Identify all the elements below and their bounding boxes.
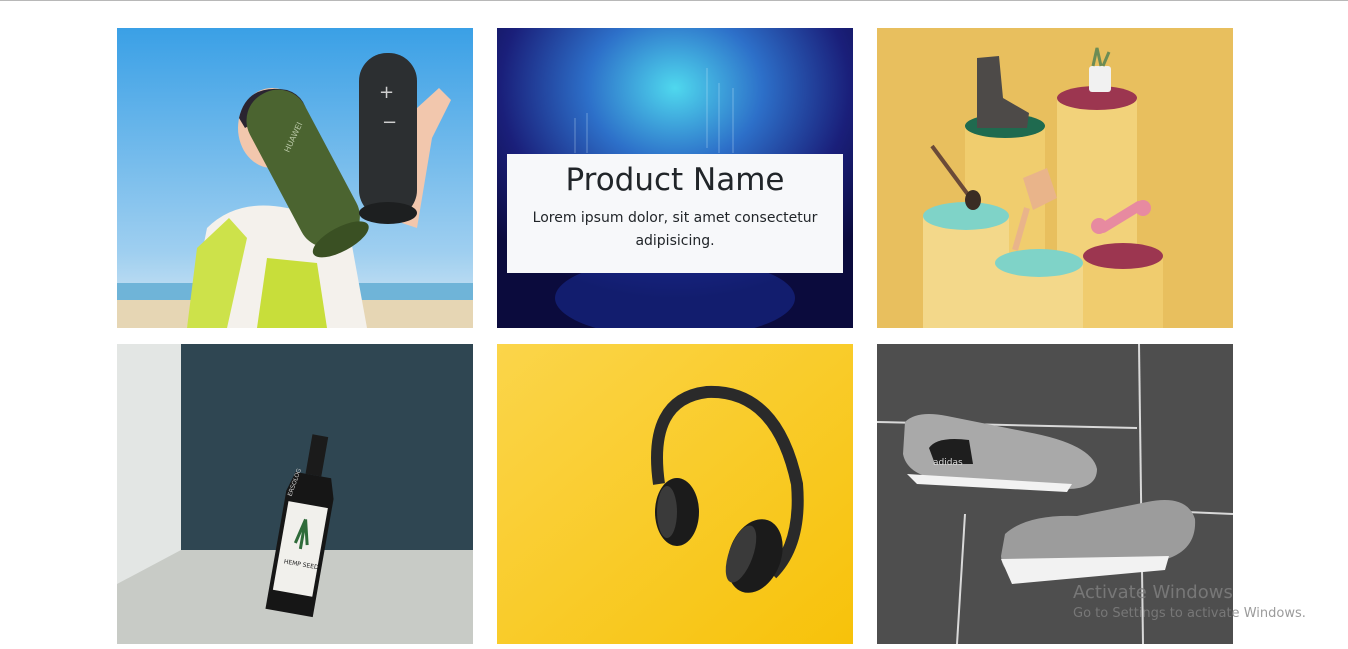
svg-text:−: −: [382, 112, 397, 133]
product-description: Lorem ipsum dolor, sit amet consectetur …: [532, 210, 818, 249]
headphones-photo: [497, 344, 853, 644]
product-caption: Product Name Lorem ipsum dolor, sit amet…: [507, 154, 843, 273]
top-border: [0, 0, 1348, 1]
product-image-headphones[interactable]: [497, 344, 853, 644]
pedestals-photo: [877, 28, 1233, 328]
product-gallery-grid: + − HUAWEI Product Name Lorem ipsum dolo…: [117, 28, 1233, 644]
featured-product-card[interactable]: Product Name Lorem ipsum dolor, sit amet…: [497, 28, 853, 328]
shoe-brand-text: adidas: [933, 458, 963, 468]
bottle-photo: HEMP SEED ERSOLOG: [117, 344, 473, 644]
product-name-heading: Product Name: [565, 162, 785, 198]
product-image-speakers[interactable]: + − HUAWEI: [117, 28, 473, 328]
product-image-pedestals[interactable]: [877, 28, 1233, 328]
product-image-sneakers[interactable]: adidas: [877, 344, 1233, 644]
svg-text:+: +: [379, 82, 394, 103]
speakers-photo: + − HUAWEI: [117, 28, 473, 328]
product-image-bottle[interactable]: HEMP SEED ERSOLOG: [117, 344, 473, 644]
sneakers-photo: adidas: [877, 344, 1233, 644]
